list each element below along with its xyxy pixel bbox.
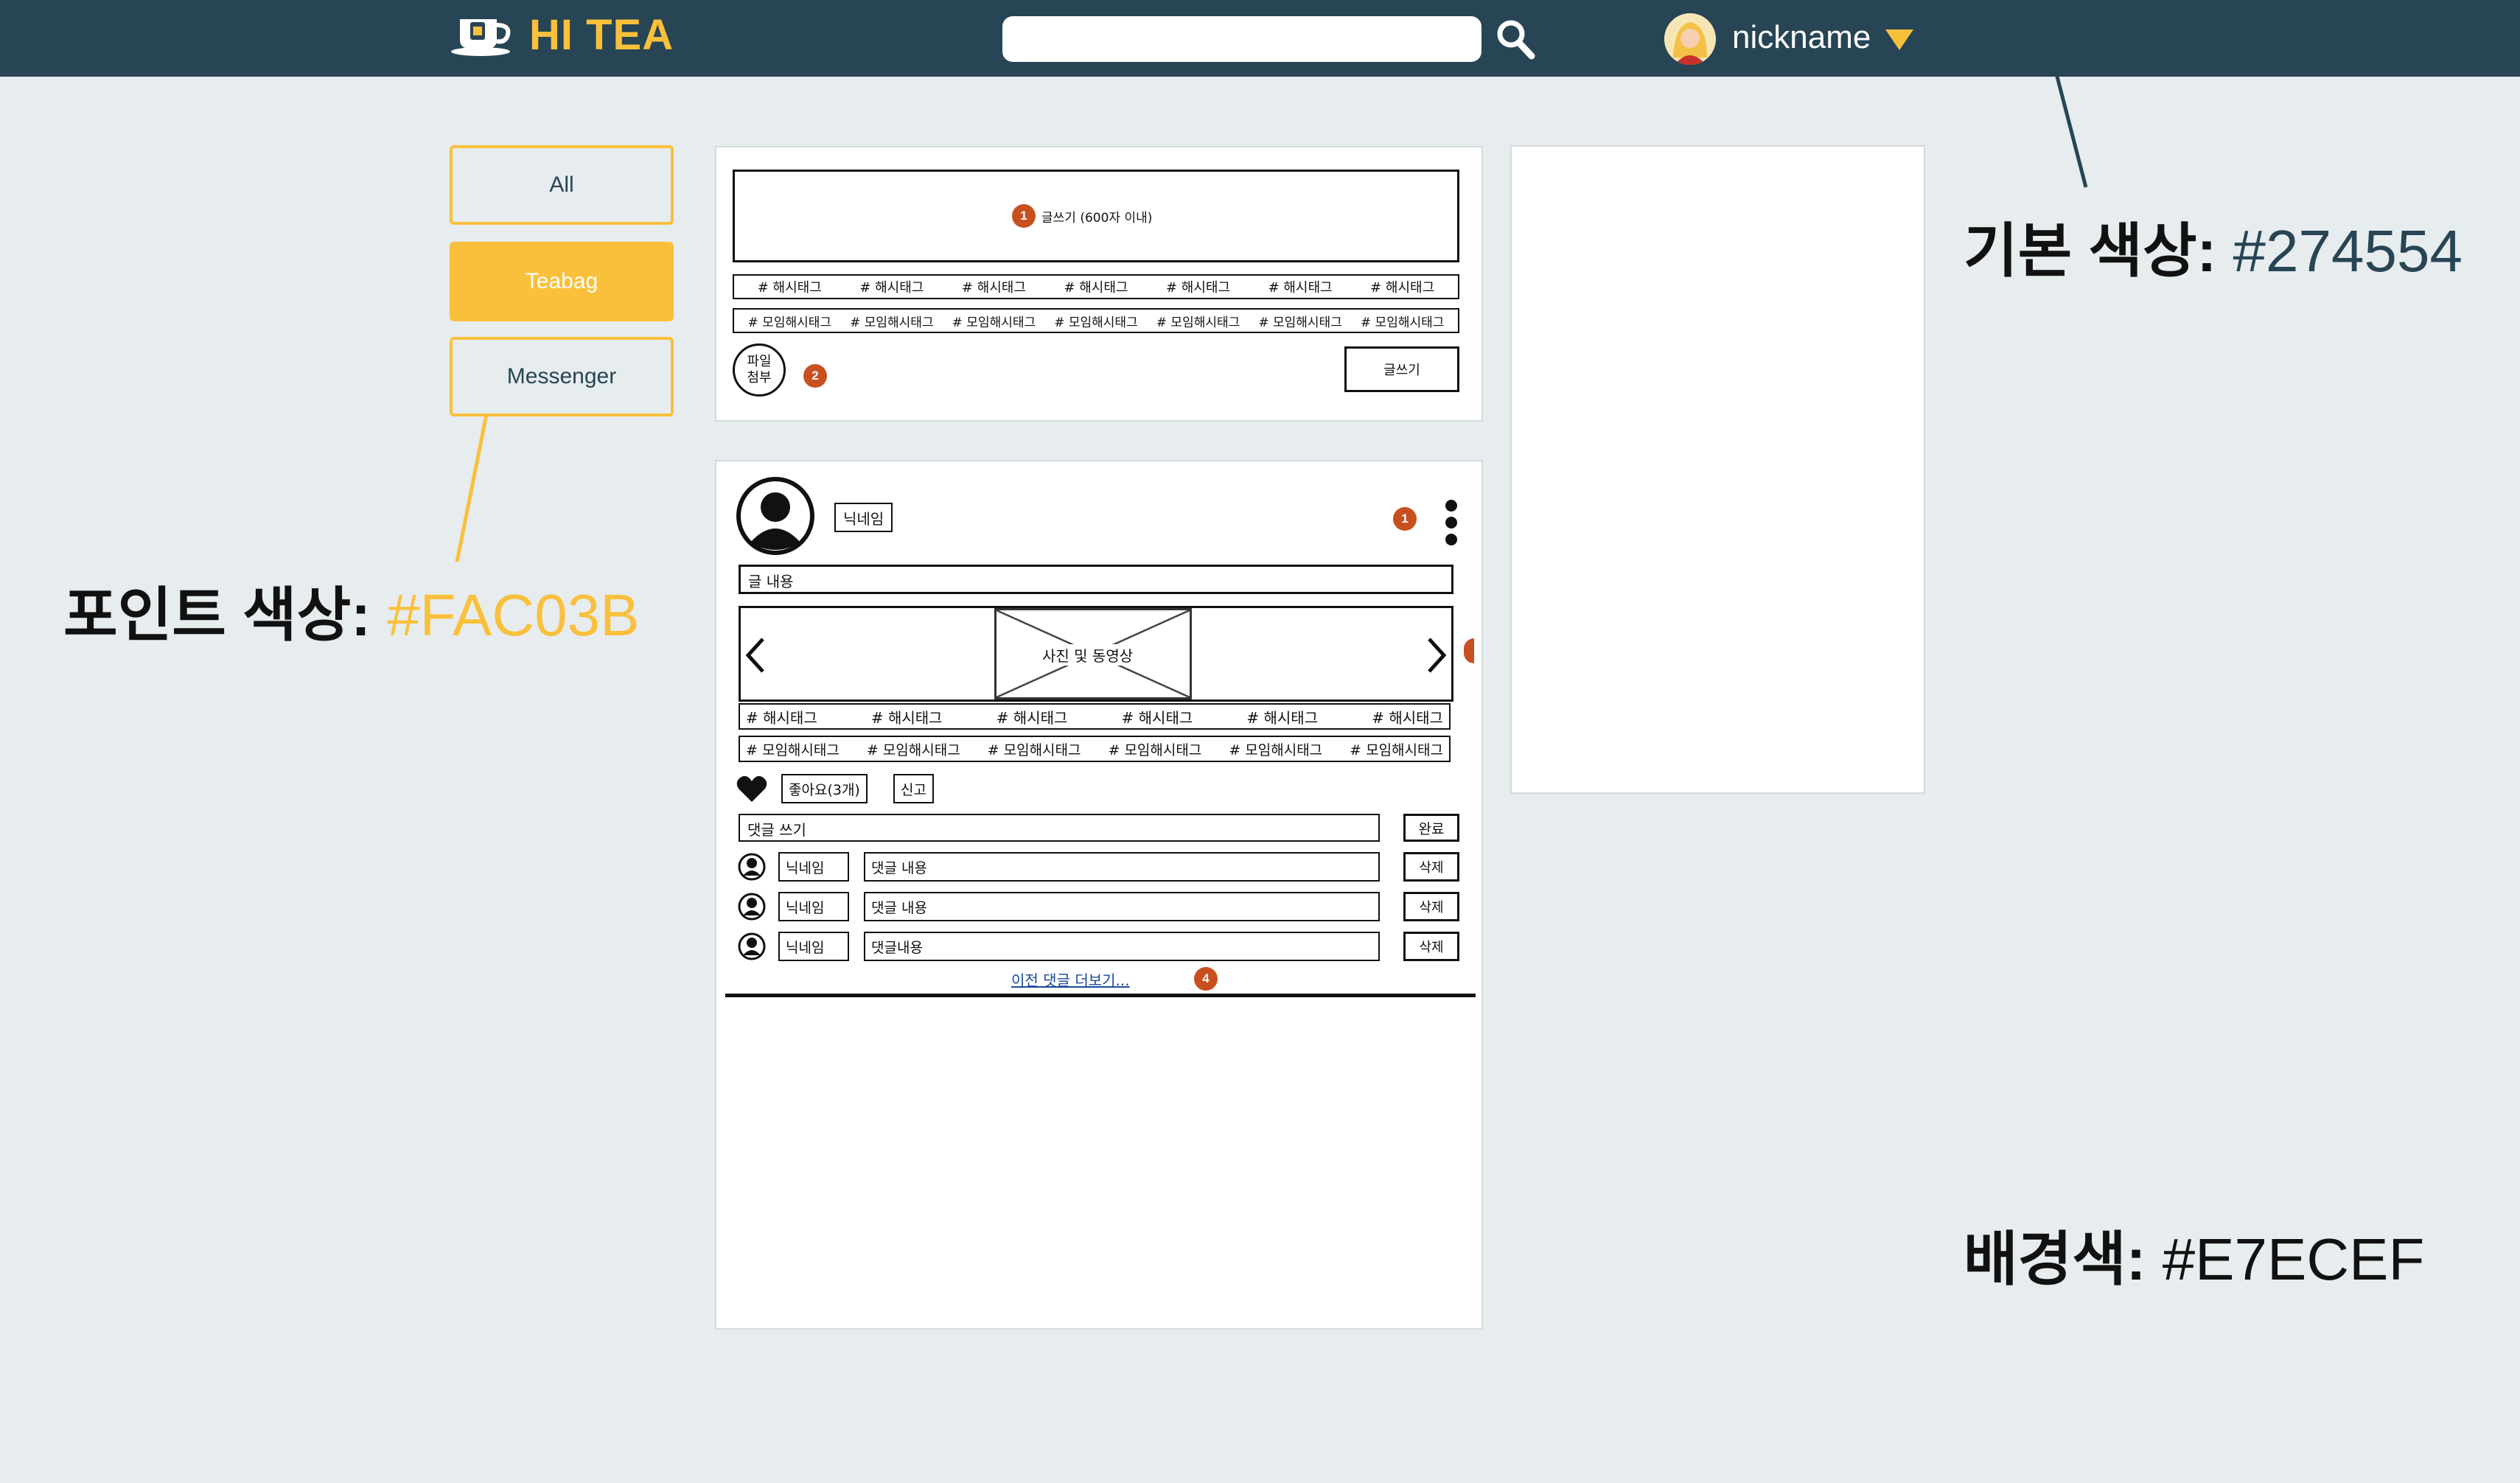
avatar[interactable] (1664, 13, 1716, 65)
hashtag[interactable]: # 해시태그 (1166, 277, 1230, 296)
annotation-value: #274554 (2233, 218, 2463, 284)
hashtag-row[interactable]: # 해시태그 # 해시태그 # 해시태그 # 해시태그 # 해시태그 # 해시태… (739, 703, 1451, 730)
annotation-value: #FAC03B (387, 582, 640, 648)
delete-comment-button[interactable]: 삭제 (1403, 932, 1459, 961)
chevron-left-icon[interactable] (742, 635, 769, 676)
hashtag[interactable]: # 해시태그 (1370, 277, 1434, 296)
annotation-label: 기본 색상: (1964, 218, 2217, 284)
hashtag[interactable]: # 해시태그 (1246, 706, 1318, 727)
hashtag[interactable]: # 해시태그 (997, 706, 1068, 727)
group-hashtag[interactable]: # 모임해시태그 (746, 739, 840, 759)
group-hashtag[interactable]: # 모임해시태그 (867, 739, 960, 759)
search-input[interactable] (1002, 16, 1481, 62)
comment-row: 닉네임 댓글내용 삭제 (736, 932, 1465, 961)
annotation-value: #E7ECEF (2162, 1226, 2425, 1292)
sidebar-item-messenger[interactable]: Messenger (450, 337, 674, 416)
group-hashtag[interactable]: # 모임해시태그 (1350, 739, 1443, 759)
background-color-annotation: 배경색: #E7ECEF (1964, 1212, 2424, 1297)
like-count-button[interactable]: 좋아요(3개) (781, 774, 868, 803)
hashtag[interactable]: # 해시태그 (746, 706, 817, 727)
username-label[interactable]: nickname (1732, 19, 1871, 56)
report-button[interactable]: 신고 (893, 774, 934, 803)
right-side-panel (1510, 145, 1925, 794)
hashtag[interactable]: # 해시태그 (1372, 706, 1443, 727)
group-hashtag[interactable]: # 모임해시태그 (1054, 312, 1138, 330)
heart-icon[interactable] (736, 774, 768, 803)
group-hashtag[interactable]: # 모임해시태그 (1258, 312, 1342, 330)
tea-cup-logo-icon[interactable] (448, 13, 519, 57)
comment-author[interactable]: 닉네임 (778, 852, 849, 882)
comment-text: 댓글 내용 (864, 892, 1380, 921)
commenter-avatar-icon[interactable] (737, 932, 767, 961)
post-textarea[interactable]: 1 글쓰기 (600자 이내) (733, 170, 1459, 262)
group-hashtag[interactable]: # 모임해시태그 (952, 312, 1036, 330)
post-content: 글 내용 (739, 565, 1453, 594)
chevron-right-icon[interactable] (1423, 635, 1450, 676)
sidebar-item-teabag[interactable]: Teabag (450, 242, 674, 321)
search-icon[interactable] (1495, 16, 1536, 60)
hashtag[interactable]: # 해시태그 (1268, 277, 1333, 296)
annotation-label: 포인트 색상: (63, 582, 371, 648)
attach-file-button[interactable]: 파일 첨부 (733, 343, 786, 397)
primary-color-annotation: 기본 색상: #274554 (1964, 203, 2463, 289)
hashtag[interactable]: # 해시태그 (1122, 706, 1193, 727)
post-card: 닉네임 1 글 내용 사진 및 동영상 # 해시태그 # 해시태그 # 해시태그… (715, 460, 1483, 1330)
textarea-placeholder: 글쓰기 (600자 이내) (1041, 211, 1153, 226)
more-options-icon[interactable] (1443, 498, 1459, 547)
group-hashtag[interactable]: # 모임해시태그 (748, 312, 832, 330)
attach-label: 파일 (747, 354, 772, 369)
comment-submit-button[interactable]: 완료 (1403, 814, 1459, 842)
media-label: 사진 및 동영상 (1039, 644, 1137, 666)
brand-name[interactable]: HI TEA (529, 10, 674, 60)
comment-text: 댓글 내용 (864, 852, 1380, 882)
media-carousel: 사진 및 동영상 (739, 606, 1453, 702)
hashtag-row[interactable]: # 해시태그 # 해시태그 # 해시태그 # 해시태그 # 해시태그 # 해시태… (733, 274, 1459, 299)
sidebar-item-all[interactable]: All (450, 145, 674, 225)
hashtag[interactable]: # 해시태그 (859, 277, 924, 296)
profile-avatar-icon[interactable] (736, 476, 815, 556)
delete-comment-button[interactable]: 삭제 (1403, 852, 1459, 882)
post-composer-panel: 1 글쓰기 (600자 이내) # 해시태그 # 해시태그 # 해시태그 # 해… (715, 146, 1483, 422)
group-hashtag[interactable]: # 모임해시태그 (850, 312, 934, 330)
submit-post-button[interactable]: 글쓰기 (1344, 346, 1459, 392)
user-avatar-icon (1664, 13, 1716, 65)
hashtag[interactable]: # 해시태그 (962, 277, 1026, 296)
post-author-name[interactable]: 닉네임 (834, 503, 893, 532)
group-hashtag[interactable]: # 모임해시태그 (1229, 739, 1322, 759)
accent-color-annotation: 포인트 색상: #FAC03B (63, 568, 640, 653)
comment-input[interactable]: 댓글 쓰기 (739, 814, 1380, 842)
annotation-badge-clipped (1464, 638, 1474, 663)
group-hashtag[interactable]: # 모임해시태그 (1361, 312, 1445, 330)
hashtag[interactable]: # 해시태그 (758, 277, 822, 296)
commenter-avatar-icon[interactable] (737, 892, 767, 921)
comment-author[interactable]: 닉네임 (778, 932, 849, 961)
group-hashtag-row[interactable]: # 모임해시태그 # 모임해시태그 # 모임해시태그 # 모임해시태그 # 모임… (739, 736, 1451, 762)
chevron-down-icon[interactable] (1885, 29, 1913, 50)
annotation-badge: 1 (1012, 204, 1036, 228)
group-hashtag[interactable]: # 모임해시태그 (1156, 312, 1240, 330)
group-hashtag[interactable]: # 모임해시태그 (1108, 739, 1201, 759)
annotation-badge: 1 (1393, 507, 1417, 531)
load-more-comments-link[interactable]: 이전 댓글 더보기... (1011, 969, 1130, 990)
media-placeholder[interactable]: 사진 및 동영상 (994, 608, 1192, 699)
group-hashtag[interactable]: # 모임해시태그 (988, 739, 1081, 759)
delete-comment-button[interactable]: 삭제 (1403, 892, 1459, 921)
attach-label: 첨부 (747, 370, 772, 385)
hashtag[interactable]: # 해시태그 (1064, 277, 1128, 296)
commenter-avatar-icon[interactable] (737, 852, 767, 882)
comment-row: 닉네임 댓글 내용 삭제 (736, 892, 1465, 921)
comment-author[interactable]: 닉네임 (778, 892, 849, 921)
annotation-label: 배경색: (1964, 1226, 2146, 1292)
hashtag[interactable]: # 해시태그 (871, 706, 943, 727)
post-divider (725, 994, 1476, 997)
group-hashtag-row[interactable]: # 모임해시태그 # 모임해시태그 # 모임해시태그 # 모임해시태그 # 모임… (733, 308, 1459, 333)
annotation-badge: 4 (1194, 967, 1218, 991)
annotation-badge: 2 (803, 364, 827, 388)
comment-row: 닉네임 댓글 내용 삭제 (736, 852, 1465, 882)
comment-text: 댓글내용 (864, 932, 1380, 961)
